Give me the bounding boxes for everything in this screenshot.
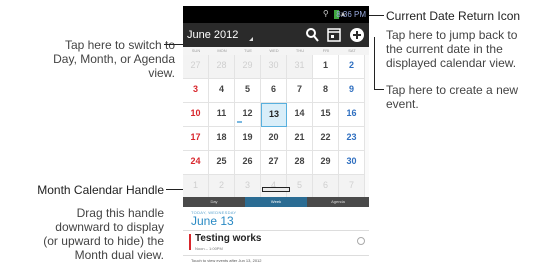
calendar-day[interactable]: 1 [313, 55, 339, 79]
calendar-day[interactable]: 17 [183, 127, 209, 151]
tab-day[interactable]: Day [183, 197, 245, 207]
calendar-day[interactable]: 3 [235, 175, 261, 199]
weekday-label: FRI [322, 48, 330, 53]
calendar-day[interactable]: 7 [287, 79, 313, 103]
search-icon [306, 28, 319, 42]
calendar-day[interactable]: 22 [313, 127, 339, 151]
status-time: 8:36 PM [336, 10, 366, 19]
plus-circle-icon [350, 28, 364, 42]
reminder-icon [357, 237, 365, 245]
current-date-line-1: Tap here to jump back to [386, 28, 518, 42]
calendar-day-today[interactable]: 13 [261, 103, 287, 127]
month-label: June 2012 [187, 29, 239, 41]
month-handle-line-3: (or upward to hide) the [43, 234, 164, 248]
weekday-header: SUN MON TUE WED THU FRI SAT [183, 47, 369, 55]
switch-view-line-3: view. [148, 66, 175, 80]
agenda-panel: TODAY, WEDNESDAY June 13 Testing works N… [183, 207, 369, 269]
event-title[interactable]: Testing works [195, 233, 262, 244]
weekday-label: TUE [244, 48, 252, 53]
switch-view-line-1: Tap here to switch to [64, 38, 175, 52]
weekday-label: MON [217, 48, 227, 53]
action-bar: June 2012 [183, 23, 369, 47]
calendar-today-icon [327, 28, 341, 42]
switch-view-line-2: Day, Month, or Agenda [53, 52, 175, 66]
month-handle-line-4: Month dual view. [74, 248, 164, 262]
current-date-line-2: the current date in the [386, 42, 503, 56]
weekday-label: SUN [191, 48, 201, 53]
switch-view-callout: Tap here to switch to Day, Month, or Age… [40, 38, 175, 80]
calendar-day[interactable]: 30 [339, 151, 365, 175]
divider [183, 230, 369, 231]
weekday-label: THU [295, 48, 305, 53]
calendar-day[interactable]: 30 [261, 55, 287, 79]
create-event-leader-v [374, 37, 375, 89]
calendar-day[interactable]: 21 [287, 127, 313, 151]
tab-week[interactable]: Week [245, 197, 307, 207]
calendar-day[interactable]: 14 [287, 103, 313, 127]
calendar-day[interactable]: 27 [261, 151, 287, 175]
calendar-day[interactable]: 2 [209, 175, 235, 199]
phone-screen: ⚲ ▾▴ 8:36 PM June 2012 SUN MON TUE WED T… [183, 6, 369, 269]
month-handle-line-2: downward to display [55, 220, 164, 234]
month-handle-callout: Drag this handle downward to display (or… [24, 206, 164, 262]
calendar-day[interactable]: 8 [313, 79, 339, 103]
current-date-return-callout: Tap here to jump back to the current dat… [386, 28, 546, 70]
tab-agenda[interactable]: Agenda [307, 197, 369, 207]
calendar-day[interactable]: 6 [261, 79, 287, 103]
agenda-date: June 13 [191, 214, 234, 228]
calendar-day[interactable]: 11 [209, 103, 235, 127]
month-handle-title: Month Calendar Handle [37, 183, 164, 197]
status-bar: ⚲ ▾▴ 8:36 PM [183, 6, 369, 23]
calendar-day[interactable]: 1 [183, 175, 209, 199]
calendar-day[interactable]: 23 [339, 127, 365, 151]
create-event-callout: Tap here to create a new event. [386, 83, 546, 111]
month-calendar-grid: 27 28 29 30 31 1 2 3 4 5 6 7 8 9 10 11 12 13 14 15 16 17 18 19 2… [183, 55, 369, 200]
current-date-return-button[interactable] [326, 26, 342, 44]
calendar-day[interactable]: 7 [339, 175, 365, 199]
calendar-day[interactable]: 3 [183, 79, 209, 103]
calendar-day[interactable]: 6 [313, 175, 339, 199]
calendar-day[interactable]: 27 [183, 55, 209, 79]
view-switch-button[interactable]: June 2012 [187, 26, 255, 44]
month-calendar-handle[interactable] [262, 187, 290, 192]
weekday-label: SAT [348, 48, 356, 53]
calendar-day[interactable]: 29 [235, 55, 261, 79]
calendar-day[interactable]: 5 [287, 175, 313, 199]
calendar-day[interactable]: 18 [209, 127, 235, 151]
add-event-button[interactable] [349, 26, 365, 44]
event-marker [237, 121, 242, 123]
event-time: Noon – 1:00PM [195, 246, 223, 251]
calendar-day[interactable]: 24 [183, 151, 209, 175]
month-handle-line-1: Drag this handle [76, 206, 164, 220]
current-date-return-title: Current Date Return Icon [386, 9, 521, 23]
calendar-day[interactable]: 16 [339, 103, 365, 127]
calendar-day[interactable]: 15 [313, 103, 339, 127]
calendar-day[interactable]: 5 [235, 79, 261, 103]
calendar-day[interactable]: 26 [235, 151, 261, 175]
calendar-day[interactable]: 2 [339, 55, 365, 79]
create-event-line-2: event. [386, 97, 419, 111]
create-event-leader-h [374, 89, 384, 90]
weekday-label: WED [269, 48, 279, 53]
calendar-day[interactable]: 4 [209, 79, 235, 103]
calendar-day[interactable]: 25 [209, 151, 235, 175]
calendar-day[interactable]: 29 [313, 151, 339, 175]
event-color-bar [189, 234, 191, 250]
create-event-line-1: Tap here to create a new [386, 83, 519, 97]
calendar-day[interactable]: 9 [339, 79, 365, 103]
current-date-line-3: displayed calendar view. [386, 56, 517, 70]
calendar-day[interactable]: 31 [287, 55, 313, 79]
calendar-day[interactable]: 20 [261, 127, 287, 151]
calendar-day[interactable]: 19 [235, 127, 261, 151]
calendar-day[interactable]: 28 [209, 55, 235, 79]
calendar-day[interactable]: 12 [235, 103, 261, 127]
view-tabs: Day Week Agenda [183, 197, 369, 207]
divider [183, 255, 369, 256]
calendar-day[interactable]: 10 [183, 103, 209, 127]
dropdown-corner-icon [249, 37, 253, 41]
calendar-day[interactable]: 28 [287, 151, 313, 175]
search-button[interactable] [305, 27, 319, 43]
agenda-footer-link[interactable]: Touch to view events after Jun 13, 2012 [191, 258, 262, 263]
